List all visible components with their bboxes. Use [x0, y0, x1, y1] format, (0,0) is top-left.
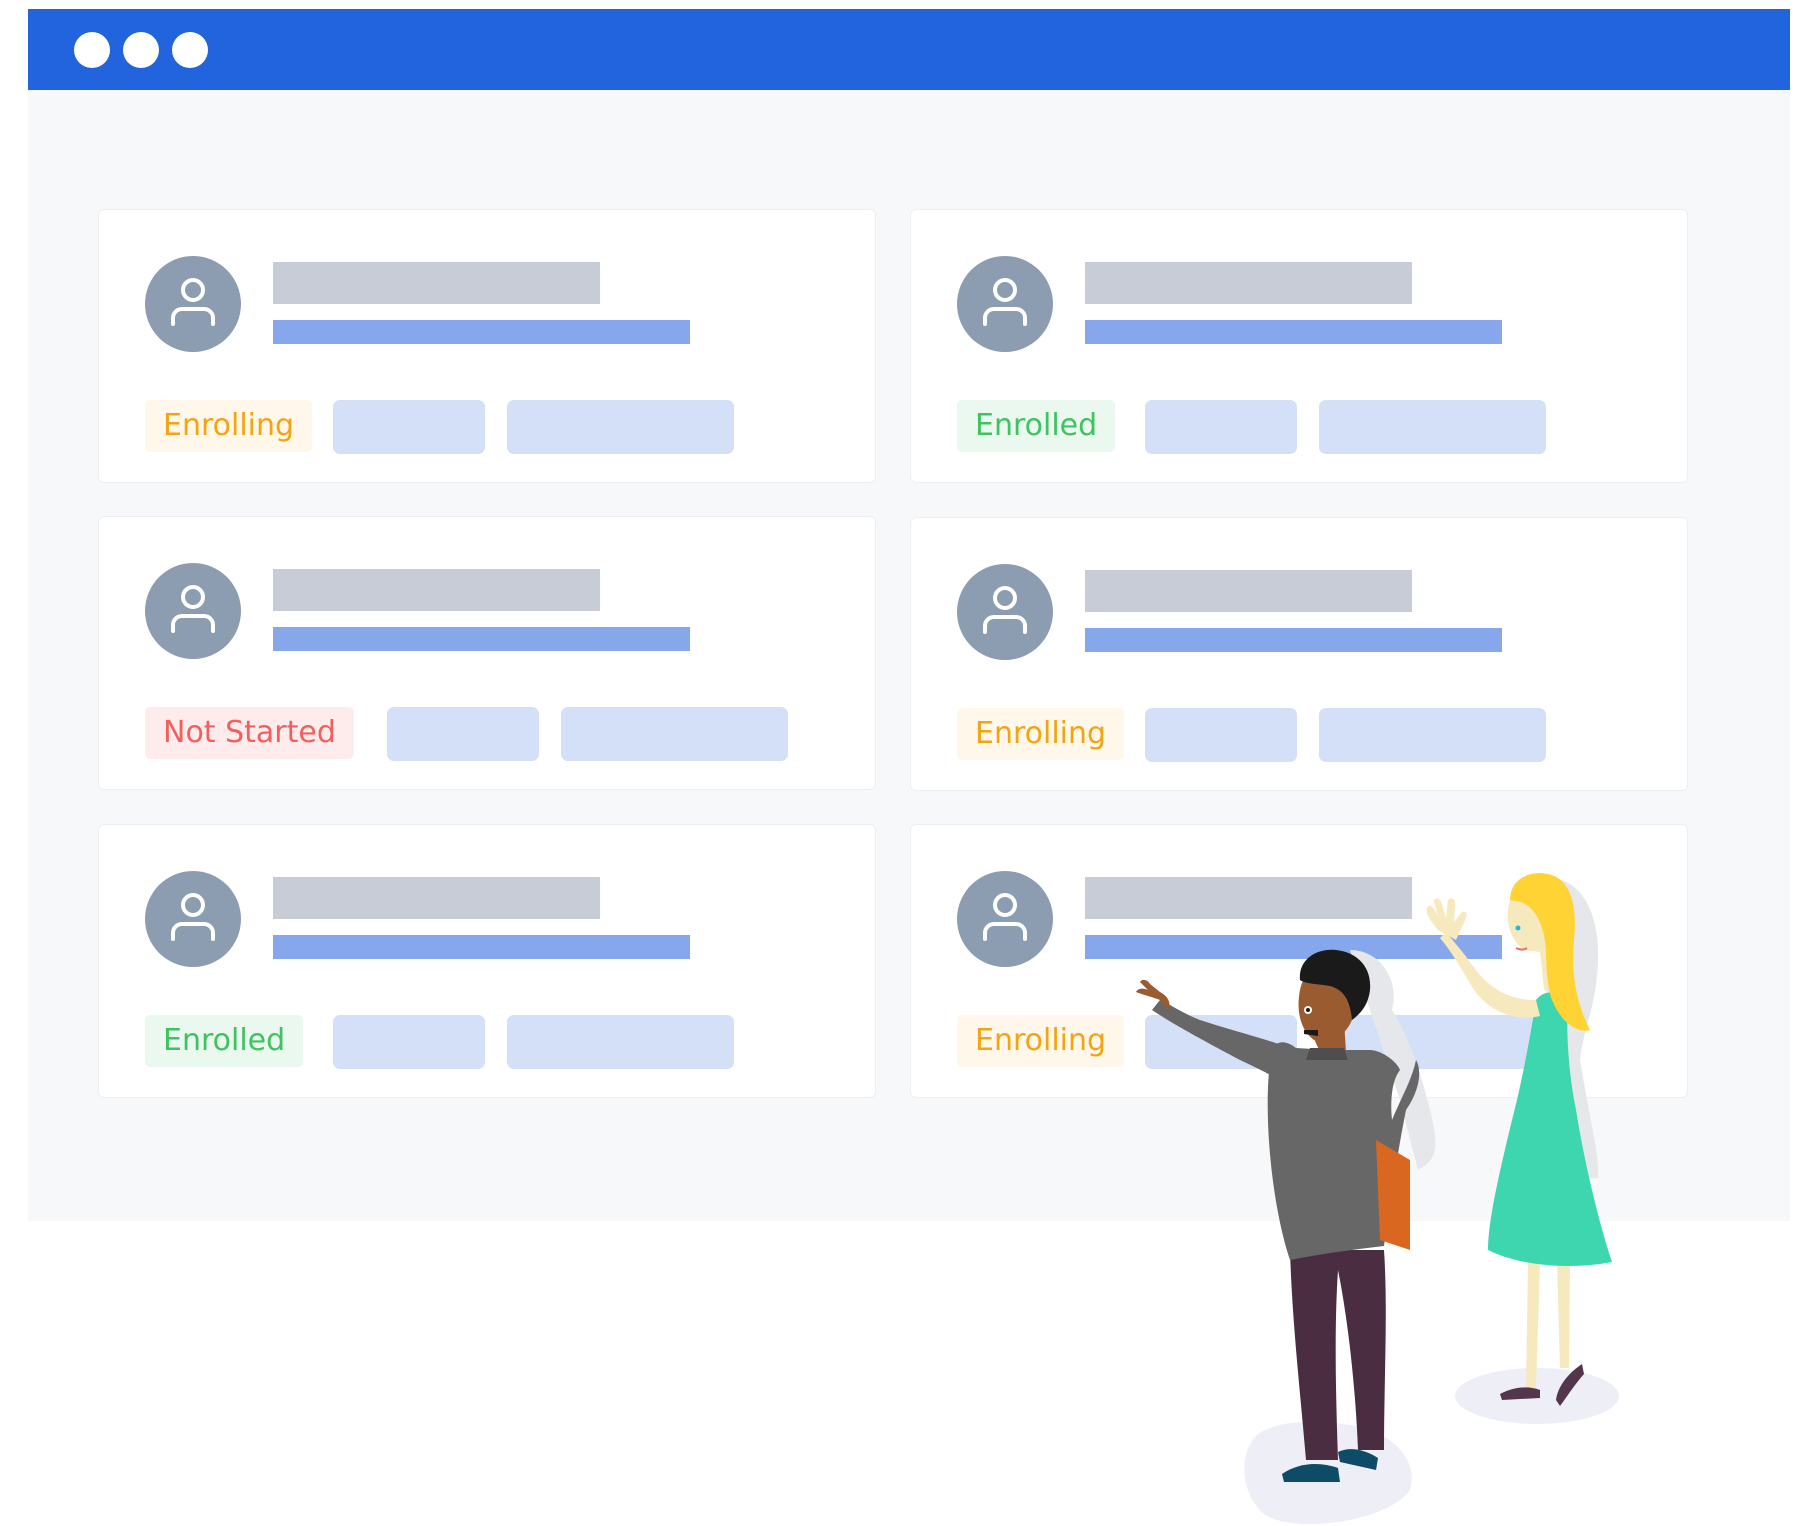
avatar	[957, 871, 1053, 967]
name-placeholder	[1085, 570, 1412, 612]
status-badge: Enrolled	[145, 1015, 304, 1067]
avatar	[957, 256, 1053, 352]
enrollment-card[interactable]: Not Started	[98, 516, 876, 790]
user-icon	[171, 585, 215, 633]
subtitle-placeholder	[273, 627, 690, 651]
info-pill	[1319, 1015, 1546, 1069]
name-placeholder	[273, 262, 600, 304]
window-dot-1[interactable]	[74, 32, 110, 68]
avatar	[145, 256, 241, 352]
info-pill	[333, 400, 485, 454]
status-badge: Enrolling	[957, 708, 1125, 760]
avatar	[957, 564, 1053, 660]
user-icon	[171, 893, 215, 941]
ground-shadow	[1244, 1421, 1412, 1525]
info-pill	[1319, 400, 1546, 454]
subtitle-placeholder	[273, 320, 690, 344]
info-pill	[1145, 708, 1297, 762]
info-pill	[1145, 1015, 1297, 1069]
subtitle-placeholder	[1085, 628, 1502, 652]
status-badge: Not Started	[145, 707, 354, 759]
status-badge: Enrolled	[957, 400, 1116, 452]
info-pill	[1319, 708, 1546, 762]
status-badge: Enrolling	[145, 400, 313, 452]
user-icon	[171, 278, 215, 326]
subtitle-placeholder	[273, 935, 690, 959]
enrollment-card[interactable]: Enrolled	[910, 209, 1688, 483]
subtitle-placeholder	[1085, 320, 1502, 344]
browser-window: Enrolling Enrolled Not Started Enrolling…	[28, 9, 1790, 1221]
name-placeholder	[1085, 877, 1412, 919]
info-pill	[387, 707, 539, 761]
info-pill	[507, 400, 734, 454]
enrollment-card[interactable]: Enrolling	[910, 824, 1688, 1098]
name-placeholder	[273, 569, 600, 611]
avatar	[145, 871, 241, 967]
info-pill	[561, 707, 788, 761]
subtitle-placeholder	[1085, 935, 1502, 959]
enrollment-card[interactable]: Enrolled	[98, 824, 876, 1098]
window-titlebar	[28, 9, 1790, 90]
enrollment-card[interactable]: Enrolling	[98, 209, 876, 483]
avatar	[145, 563, 241, 659]
info-pill	[1145, 400, 1297, 454]
status-badge: Enrolling	[957, 1015, 1125, 1067]
user-icon	[983, 586, 1027, 634]
user-icon	[983, 278, 1027, 326]
info-pill	[333, 1015, 485, 1069]
name-placeholder	[1085, 262, 1412, 304]
enrollment-card[interactable]: Enrolling	[910, 517, 1688, 791]
ground-shadow	[1455, 1368, 1619, 1424]
info-pill	[507, 1015, 734, 1069]
window-dot-3[interactable]	[172, 32, 208, 68]
window-dot-2[interactable]	[123, 32, 159, 68]
name-placeholder	[273, 877, 600, 919]
user-icon	[983, 893, 1027, 941]
